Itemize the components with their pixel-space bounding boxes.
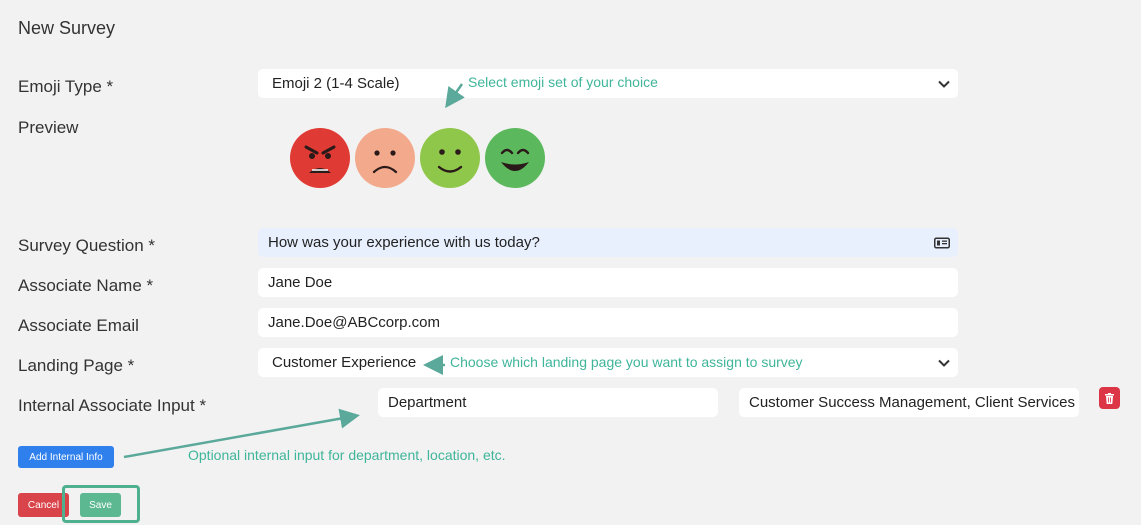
- internal-key-value: Department: [388, 394, 467, 411]
- associate-name-label: Associate Name *: [18, 276, 154, 295]
- contact-card-icon[interactable]: [934, 237, 950, 248]
- sad-face-icon: [355, 128, 415, 188]
- delete-internal-button[interactable]: [1099, 387, 1120, 409]
- landing-hint: Choose which landing page you want to as…: [450, 354, 803, 370]
- emoji-type-label: Emoji Type *: [18, 77, 114, 96]
- internal-input-label: Internal Associate Input *: [18, 396, 207, 415]
- internal-hint: Optional internal input for department, …: [188, 447, 506, 463]
- smiling-face-icon: [420, 128, 480, 188]
- chevron-down-icon: [938, 359, 950, 367]
- trash-icon: [1105, 392, 1114, 404]
- chevron-down-icon: [938, 80, 950, 88]
- landing-page-label: Landing Page *: [18, 356, 135, 375]
- survey-question-input[interactable]: How was your experience with us today?: [258, 228, 958, 257]
- associate-email-input[interactable]: Jane.Doe@ABCcorp.com: [258, 308, 958, 337]
- emoji-type-value: Emoji 2 (1-4 Scale): [272, 75, 400, 92]
- page-title: New Survey: [18, 18, 116, 38]
- internal-value-value: Customer Success Management, Client Serv…: [749, 394, 1075, 411]
- save-button[interactable]: Save: [80, 493, 121, 517]
- happy-face-icon: [485, 128, 545, 188]
- survey-question-value: How was your experience with us today?: [268, 234, 540, 251]
- associate-email-value: Jane.Doe@ABCcorp.com: [268, 314, 440, 331]
- survey-question-label: Survey Question *: [18, 236, 156, 255]
- preview-label: Preview: [18, 118, 79, 137]
- emoji-hint: Select emoji set of your choice: [468, 74, 658, 90]
- internal-value-input[interactable]: Customer Success Management, Client Serv…: [739, 388, 1079, 417]
- angry-face-icon: [290, 128, 350, 188]
- associate-name-value: Jane Doe: [268, 274, 333, 291]
- associate-name-input[interactable]: Jane Doe: [258, 268, 958, 297]
- landing-page-value: Customer Experience: [272, 354, 417, 371]
- associate-email-label: Associate Email: [18, 316, 139, 335]
- internal-key-input[interactable]: Department: [378, 388, 718, 417]
- add-internal-info-button[interactable]: Add Internal Info: [18, 446, 114, 468]
